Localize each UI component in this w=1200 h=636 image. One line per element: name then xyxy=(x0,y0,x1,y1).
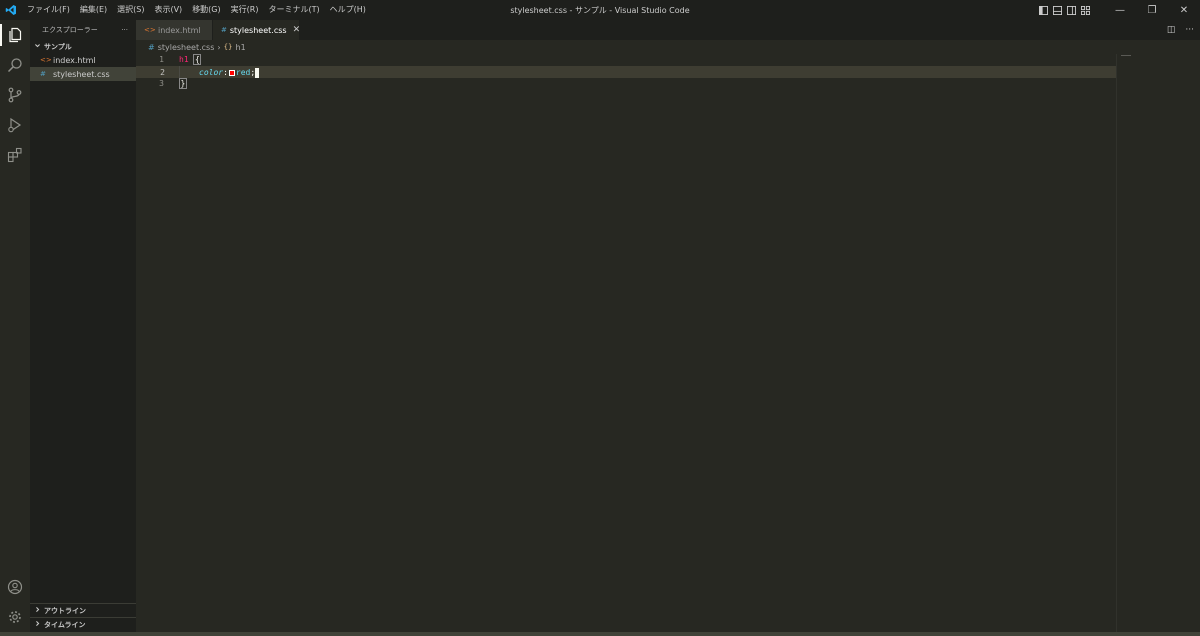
title-bar: ファイル(F) 編集(E) 選択(S) 表示(V) 移動(G) 実行(R) ター… xyxy=(0,0,1200,20)
more-actions-icon[interactable]: ··· xyxy=(1185,25,1194,35)
html-file-icon: <> xyxy=(40,56,52,64)
code-editor[interactable]: 1 h1 { 2 color: red; 3 } xyxy=(136,54,1200,632)
tab-index-html[interactable]: <> index.html xyxy=(136,20,212,40)
menu-terminal[interactable]: ターミナル(T) xyxy=(263,0,324,20)
minimap-divider xyxy=(1116,54,1117,632)
split-editor-icon[interactable]: ◫ xyxy=(1167,25,1176,35)
file-item-index-html[interactable]: <> index.html xyxy=(30,53,136,67)
code-line: 3 } xyxy=(136,78,1116,90)
breadcrumb-file[interactable]: stylesheet.css xyxy=(158,43,215,52)
menu-selection[interactable]: 選択(S) xyxy=(112,0,149,20)
timeline-label: タイムライン xyxy=(44,620,86,629)
line-number: 3 xyxy=(159,79,164,88)
explorer-sidebar: エクスプローラー ··· サンプル <> index.html # styles… xyxy=(30,20,136,632)
color-swatch[interactable] xyxy=(228,69,235,76)
menu-run[interactable]: 実行(R) xyxy=(226,0,264,20)
chevron-down-icon xyxy=(34,42,41,51)
indent-guide xyxy=(179,66,180,78)
more-actions-button[interactable]: ··· xyxy=(121,26,128,34)
chevron-right-icon xyxy=(34,620,41,629)
toggle-panel-icon[interactable] xyxy=(1050,0,1064,20)
html-file-icon: <> xyxy=(144,26,156,34)
run-debug-icon[interactable] xyxy=(0,110,30,140)
tab-stylesheet-css[interactable]: # stylesheet.css ✕ xyxy=(213,20,301,40)
menu-bar: ファイル(F) 編集(E) 選択(S) 表示(V) 移動(G) 実行(R) ター… xyxy=(22,0,371,20)
file-name: stylesheet.css xyxy=(53,69,110,79)
css-property: color xyxy=(199,68,224,77)
menu-view[interactable]: 表示(V) xyxy=(149,0,187,20)
close-icon[interactable]: ✕ xyxy=(293,25,301,35)
title-controls: — ❐ ✕ xyxy=(1036,0,1200,20)
folder-section[interactable]: サンプル xyxy=(30,40,136,53)
toggle-secondary-sidebar-icon[interactable] xyxy=(1064,0,1078,20)
restore-button[interactable]: ❐ xyxy=(1136,0,1168,20)
search-icon[interactable] xyxy=(0,50,30,80)
outline-label: アウトライン xyxy=(44,606,86,615)
css-file-icon: # xyxy=(40,70,46,78)
status-bar xyxy=(0,632,1200,636)
close-window-button[interactable]: ✕ xyxy=(1168,0,1200,20)
account-icon[interactable] xyxy=(0,572,30,602)
css-value: red xyxy=(235,68,251,77)
minimap[interactable] xyxy=(1121,55,1131,56)
colon: : xyxy=(223,68,228,77)
css-selector: h1 xyxy=(179,55,189,64)
menu-help[interactable]: ヘルプ(H) xyxy=(325,0,371,20)
chevron-right-icon xyxy=(34,606,41,615)
menu-edit[interactable]: 編集(E) xyxy=(75,0,112,20)
menu-go[interactable]: 移動(G) xyxy=(187,0,225,20)
css-file-icon: # xyxy=(221,26,227,34)
css-file-icon: # xyxy=(148,42,155,52)
editor-tab-bar: <> index.html # stylesheet.css ✕ ◫ ··· xyxy=(136,20,1200,40)
file-item-stylesheet-css[interactable]: # stylesheet.css xyxy=(30,67,136,81)
line-content: } xyxy=(179,78,187,90)
vscode-logo-icon[interactable] xyxy=(0,0,22,20)
open-brace: { xyxy=(193,54,202,65)
tab-label: stylesheet.css xyxy=(229,25,287,35)
menu-file[interactable]: ファイル(F) xyxy=(22,0,75,20)
explorer-icon[interactable] xyxy=(0,20,30,50)
sidebar-header: エクスプローラー ··· xyxy=(30,20,136,40)
source-control-icon[interactable] xyxy=(0,80,30,110)
toggle-primary-sidebar-icon[interactable] xyxy=(1036,0,1050,20)
timeline-section[interactable]: タイムライン xyxy=(30,617,136,631)
code-line: 1 h1 { xyxy=(136,54,1116,66)
sidebar-title: エクスプローラー xyxy=(42,26,98,34)
breadcrumb-symbol[interactable]: h1 xyxy=(236,43,246,52)
customize-layout-icon[interactable] xyxy=(1078,0,1092,20)
activity-bar xyxy=(0,20,30,632)
chevron-right-icon: › xyxy=(217,42,221,52)
editor-actions: ◫ ··· xyxy=(1167,20,1194,40)
line-number: 1 xyxy=(159,55,164,64)
folder-name: サンプル xyxy=(44,42,72,51)
file-name: index.html xyxy=(53,55,96,65)
minimize-button[interactable]: — xyxy=(1104,0,1136,20)
extensions-icon[interactable] xyxy=(0,140,30,170)
text-cursor xyxy=(255,67,260,78)
close-brace: } xyxy=(179,78,187,89)
settings-gear-icon[interactable] xyxy=(0,602,30,632)
tab-label: index.html xyxy=(158,25,201,35)
line-content: h1 { xyxy=(179,54,202,66)
symbol-icon: {} xyxy=(223,43,233,51)
breadcrumb: # stylesheet.css › {} h1 xyxy=(136,40,246,54)
code-line-current: 2 color: red; xyxy=(136,66,1116,78)
outline-section[interactable]: アウトライン xyxy=(30,603,136,617)
